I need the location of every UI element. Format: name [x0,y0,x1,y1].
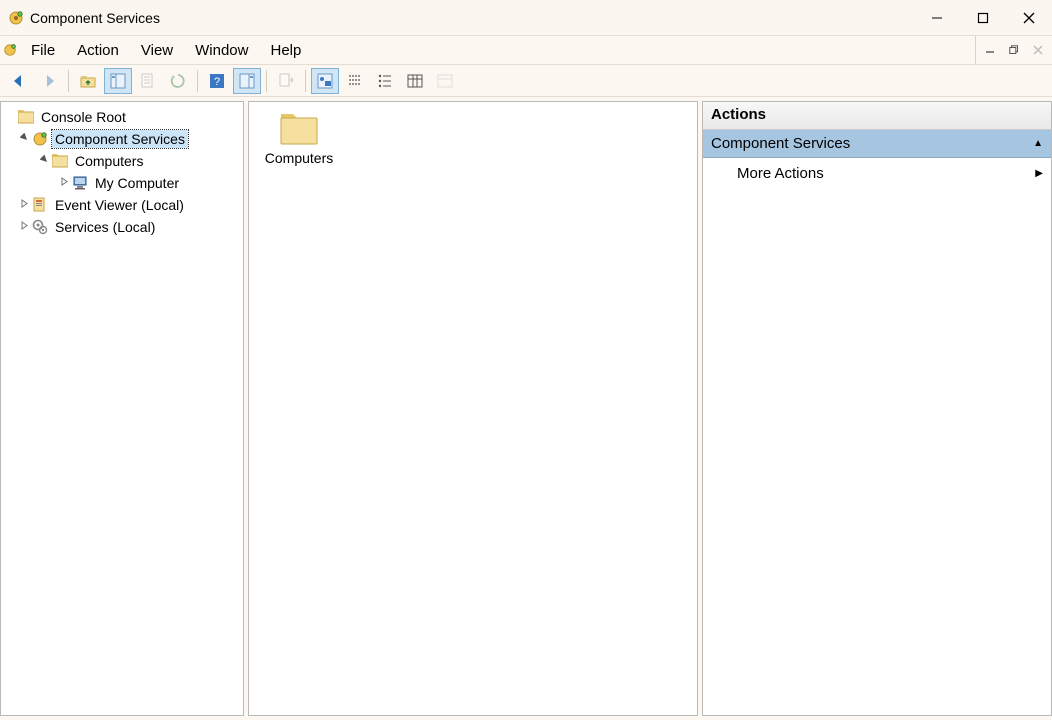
list-item-label: Computers [259,150,339,166]
list-item-computers[interactable]: Computers [259,112,339,166]
status-view-button[interactable] [341,68,369,94]
tree-node-my-computer[interactable]: My Computer [1,172,243,194]
up-one-level-button[interactable] [74,68,102,94]
view-disabled-button [431,68,459,94]
mdi-minimize-button[interactable] [979,39,1001,61]
chevron-right-icon: ▶ [1035,168,1043,179]
tree-node-computers[interactable]: Computers [1,150,243,172]
mdi-controls [975,36,1052,64]
detail-view-button[interactable] [401,68,429,94]
event-viewer-icon [31,196,49,214]
mdi-close-button[interactable] [1027,39,1049,61]
services-icon [31,218,49,236]
expander-icon[interactable] [37,155,51,167]
tree-node-label: Computers [72,152,146,170]
minimize-button[interactable] [914,0,960,35]
actions-section-title: Component Services [711,135,850,152]
show-hide-action-pane-button[interactable] [233,68,261,94]
tree-node-label: Services (Local) [52,218,158,236]
forward-button[interactable] [35,68,63,94]
action-more-actions[interactable]: More Actions ▶ [703,158,1051,188]
expander-icon[interactable] [57,177,71,189]
main-area: Console Root Component Services Computer… [0,97,1052,720]
collapse-icon[interactable]: ▲ [1033,138,1043,149]
computer-icon [71,174,89,192]
tree-node-label: Component Services [52,130,188,148]
show-hide-console-tree-button[interactable] [104,68,132,94]
system-menu-icon[interactable] [0,36,20,64]
menu-bar: File Action View Window Help [0,35,1052,65]
toolbar-separator [305,70,306,92]
close-button[interactable] [1006,0,1052,35]
folder-icon [51,152,69,170]
export-list-button[interactable] [272,68,300,94]
list-view-button[interactable] [371,68,399,94]
action-item-label: More Actions [737,165,824,182]
tree-node-console-root[interactable]: Console Root [1,106,243,128]
menu-help[interactable]: Help [259,36,312,64]
menu-window[interactable]: Window [184,36,259,64]
actions-section-header[interactable]: Component Services ▲ [703,130,1051,158]
tree-node-label: Console Root [38,108,129,126]
refresh-button[interactable] [164,68,192,94]
title-bar: Component Services [0,0,1052,35]
help-button[interactable]: ? [203,68,231,94]
toolbar-separator [68,70,69,92]
properties-button[interactable] [134,68,162,94]
maximize-button[interactable] [960,0,1006,35]
expander-icon[interactable] [17,133,31,145]
component-services-icon [31,130,49,148]
toolbar: ? [0,65,1052,97]
menu-action[interactable]: Action [66,36,130,64]
toolbar-separator [197,70,198,92]
folder-icon [17,108,35,126]
actions-pane: Actions Component Services ▲ More Action… [702,101,1052,716]
menu-file[interactable]: File [20,36,66,64]
actions-pane-header: Actions [703,102,1051,130]
console-tree-pane[interactable]: Console Root Component Services Computer… [0,101,244,716]
tree-node-label: My Computer [92,174,182,192]
window-controls [914,0,1052,35]
toolbar-separator [266,70,267,92]
tree-node-label: Event Viewer (Local) [52,196,187,214]
back-button[interactable] [5,68,33,94]
svg-text:?: ? [214,76,220,88]
folder-icon [279,112,319,146]
content-pane[interactable]: Computers [248,101,698,716]
window-title: Component Services [30,10,160,26]
mdi-restore-button[interactable] [1003,39,1025,61]
expander-icon[interactable] [17,199,31,211]
tree-node-services[interactable]: Services (Local) [1,216,243,238]
expander-icon[interactable] [17,221,31,233]
tree-node-event-viewer[interactable]: Event Viewer (Local) [1,194,243,216]
menu-view[interactable]: View [130,36,184,64]
app-icon [8,10,24,26]
view-application-button[interactable] [311,68,339,94]
tree-node-component-services[interactable]: Component Services [1,128,243,150]
